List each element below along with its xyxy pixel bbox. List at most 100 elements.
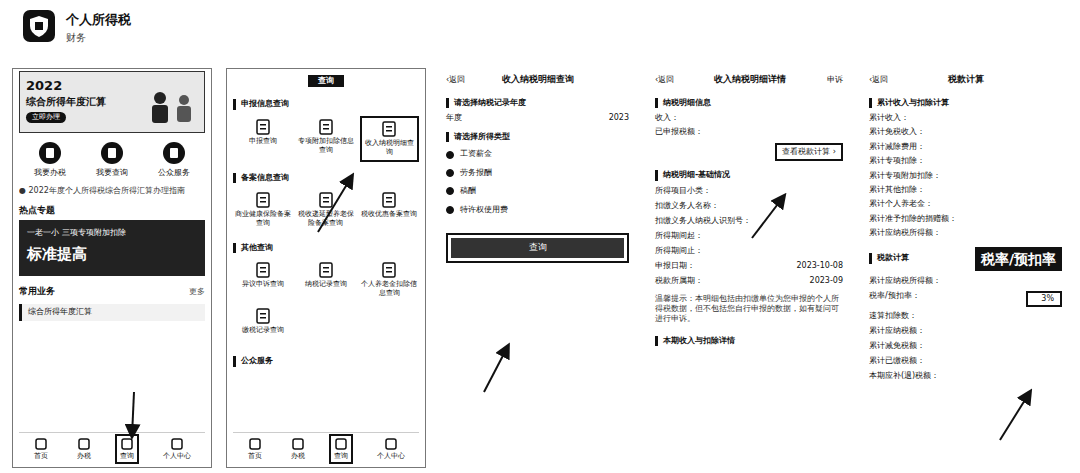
income-type-option[interactable]: 工资薪金 (446, 145, 629, 163)
nav-tab-label: 首页 (248, 452, 262, 461)
query-item[interactable]: 收入纳税明细查询 (360, 116, 419, 162)
appeal-button[interactable]: 申诉 (825, 75, 843, 85)
nav-tab[interactable]: 个人中心 (374, 436, 408, 462)
tax-row: 税率/预扣率：3% (869, 289, 1062, 309)
basic-row: 所得项目小类： (655, 184, 843, 199)
app-category: 财务 (66, 31, 131, 45)
tax-label: 累计应纳税所得额： (869, 276, 941, 287)
query-item[interactable]: 商业健康保险备案查询 (233, 189, 292, 231)
income-type-option[interactable]: 劳务报酬 (446, 164, 629, 182)
quick-action[interactable]: 我要办税 (34, 141, 66, 178)
people-illustration-icon (142, 88, 198, 128)
document-icon (319, 192, 333, 208)
pointer-arrow-icon (318, 176, 352, 232)
pointer-arrow-icon (1000, 392, 1030, 440)
query-button[interactable]: 查询 (451, 238, 624, 258)
query-item-label: 专项附加扣除信息查询 (297, 137, 354, 155)
nav-tab-icon (170, 437, 184, 451)
basic-row: 扣缴义务人名称： (655, 199, 843, 214)
tax-app-logo-icon (22, 9, 56, 47)
sum-row: 累计专项扣除： (869, 154, 1062, 168)
nav-tab[interactable]: 查询 (331, 436, 351, 462)
query-item[interactable]: 个人养老金扣除信息查询 (360, 259, 419, 301)
tax-query-screen: ‹返回收入纳税明细查询请选择纳税记录年度年度2023请选择所得类型工资薪金劳务报… (440, 68, 635, 468)
quick-action-label: 公众服务 (158, 168, 190, 178)
option-check-icon (446, 187, 454, 195)
tax-row: 累计已缴税额： (869, 354, 1062, 369)
document-icon (256, 192, 270, 208)
document-icon (319, 262, 333, 278)
document-icon (256, 262, 270, 278)
back-button[interactable]: ‹返回 (655, 75, 674, 85)
home-screen: 2022综合所得年度汇算立即办理我要办税我要查询 公众服务 ● 2022年度个人所得… (12, 68, 212, 468)
app-meta: 个人所得税财务 (66, 11, 131, 45)
quick-action[interactable]: 公众服务 (158, 141, 190, 178)
quick-action[interactable]: 我要查询 (96, 141, 128, 178)
hot-banner[interactable]: 一老一小 三项专项附加扣除标准提高 (19, 220, 205, 276)
document-icon (256, 119, 270, 135)
quick-action-label: 我要查询 (96, 168, 128, 178)
query-header: 查询 (233, 71, 419, 91)
tax-label: 累计减免税额： (869, 341, 925, 352)
more-link[interactable]: 更多 (189, 287, 205, 297)
calc-screen: ‹返回税款计算累计收入与扣除计算累计收入：累计免税收入：累计减除费用：累计专项扣… (863, 68, 1068, 468)
common-item[interactable]: 综合所得年度汇算 (19, 304, 205, 320)
nav-tab-label: 查询 (334, 452, 348, 461)
nav-tab[interactable]: 查询 (117, 436, 137, 462)
sum-row: 累计减除费用： (869, 140, 1062, 154)
tax-label: 累计已缴税额： (869, 356, 925, 367)
query-grid (233, 370, 419, 376)
nav-tab[interactable]: 首页 (31, 436, 51, 462)
basic-label: 所得期间止： (655, 246, 703, 257)
query-item[interactable]: 专项附加扣除信息查询 (296, 116, 355, 162)
query-section: 备案信息查询商业健康保险备案查询税收递延型养老保险备案查询税收优惠备案查询 (233, 165, 419, 235)
income-type-option[interactable]: 特许权使用费 (446, 201, 629, 219)
sum-row: 累计准予扣除的捐赠额： (869, 212, 1062, 226)
tax-value: 3% (1026, 291, 1062, 307)
query-item-label: 异议申诉查询 (242, 280, 284, 289)
nav-tab-label: 个人中心 (163, 452, 191, 461)
option-label: 特许权使用费 (460, 205, 508, 215)
query-item-label: 商业健康保险备案查询 (234, 210, 291, 228)
info-title: 纳税明细信息 (655, 98, 843, 108)
nav-tab-icon (77, 437, 91, 451)
income-type-option[interactable]: 稿酬 (446, 182, 629, 200)
basic-title: 纳税明细-基础情况 (655, 170, 843, 180)
home-notice[interactable]: ● 2022年度个人所得税综合所得汇算办理指南 (19, 182, 205, 200)
nav-tab[interactable]: 首页 (245, 436, 265, 462)
page-title: 收入纳税明细查询 (469, 74, 607, 86)
back-button[interactable]: ‹返回 (446, 75, 465, 85)
back-button[interactable]: ‹返回 (869, 75, 888, 85)
query-item[interactable]: 缴税记录查询 (233, 305, 292, 345)
home-banner[interactable]: 2022综合所得年度汇算立即办理 (19, 71, 205, 133)
bottom-nav: 首页 办税查询 个人中心 (19, 432, 205, 465)
document-icon (382, 192, 396, 208)
nav-tab-label: 查询 (120, 452, 134, 461)
year-label: 年度 (446, 113, 462, 124)
banner-button[interactable]: 立即办理 (26, 112, 66, 123)
query-section: 申报信息查询申报查询专项附加扣除信息查询收入纳税明细查询 (233, 91, 419, 165)
nav-tab[interactable]: 办税 (74, 436, 94, 462)
info-row: 收入： (655, 111, 843, 125)
income-title: 本期收入与扣除详情 (655, 336, 843, 346)
view-calc-button[interactable]: 查看税款计算 › (775, 143, 843, 161)
year-section-title: 请选择纳税记录年度 (446, 98, 629, 108)
nav-tab[interactable]: 个人中心 (160, 436, 194, 462)
query-item-label: 纳税记录查询 (305, 280, 347, 289)
nav-tab-icon (334, 437, 348, 451)
query-item[interactable]: 异议申诉查询 (233, 259, 292, 301)
query-item[interactable]: 税收优惠备案查询 (360, 189, 419, 231)
nav-tab-label: 首页 (34, 452, 48, 461)
year-field[interactable]: 年度2023 (446, 111, 629, 126)
query-section-title: 公众服务 (233, 356, 419, 366)
common-header: 常用业务更多 (19, 276, 205, 302)
page-title: 税款计算 (892, 74, 1040, 86)
top-bar: ‹返回税款计算 (869, 70, 1062, 92)
basic-label: 扣缴义务人纳税人识别号： (655, 216, 751, 227)
query-item[interactable]: 纳税记录查询 (296, 259, 355, 301)
query-item[interactable]: 税收递延型养老保险备案查询 (296, 189, 355, 231)
sum-row: 累计收入： (869, 111, 1062, 125)
sum-row: 累计免税收入： (869, 125, 1062, 139)
nav-tab[interactable]: 办税 (288, 436, 308, 462)
query-item[interactable]: 申报查询 (233, 116, 292, 162)
